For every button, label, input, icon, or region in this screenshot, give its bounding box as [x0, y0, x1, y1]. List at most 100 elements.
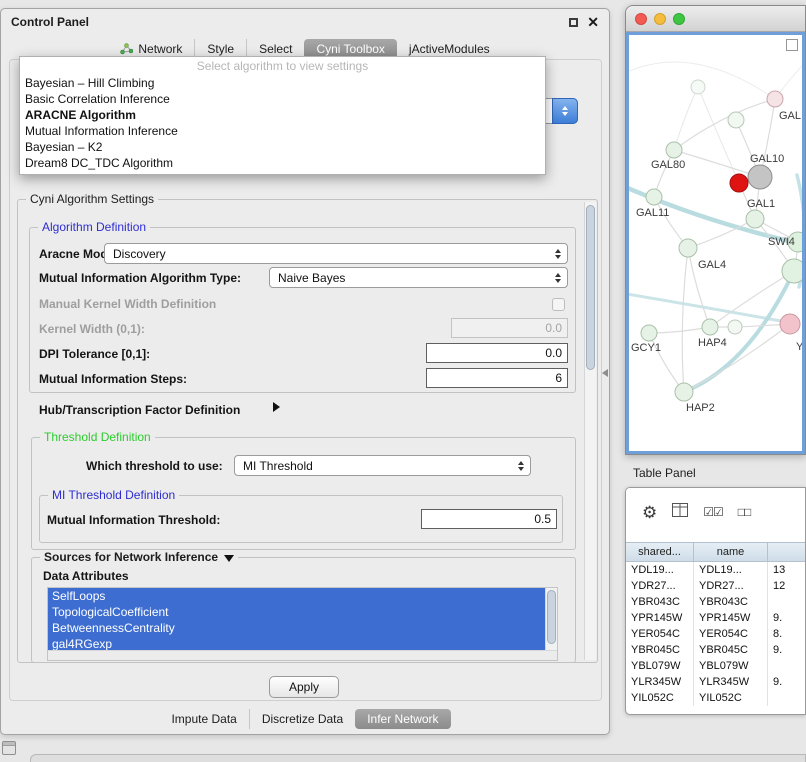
data-attributes-label: Data Attributes [43, 569, 129, 583]
table-cell: 12 [768, 578, 805, 594]
attribute-list-item[interactable]: SelfLoops [48, 588, 545, 604]
table-cell: 9. [768, 674, 805, 690]
network-node[interactable] [730, 174, 748, 192]
attribute-list-item[interactable]: TopologicalCoefficient [48, 604, 545, 620]
algorithm-popup-prompt: Select algorithm to view settings [20, 58, 545, 75]
algorithm-option[interactable]: ARACNE Algorithm [20, 107, 545, 123]
network-node[interactable] [728, 112, 744, 128]
network-node-label: HAP4 [698, 337, 727, 349]
algorithm-option[interactable]: Dream8 DC_TDC Algorithm [20, 155, 545, 171]
select-all-columns-icon[interactable]: ☑☑ [703, 505, 723, 519]
list-scrollbar-thumb[interactable] [547, 590, 556, 644]
zoom-traffic-light-icon[interactable] [673, 13, 685, 25]
table-row[interactable]: YBR045CYBR045C9. [626, 642, 805, 658]
table-column-header[interactable] [768, 542, 806, 562]
network-node[interactable] [782, 259, 804, 283]
table-column-header[interactable]: shared... [626, 542, 694, 562]
close-window-icon[interactable]: ✕ [587, 15, 599, 29]
mi-threshold-label: Mutual Information Threshold: [47, 513, 220, 527]
network-node-label: Y [796, 341, 804, 353]
network-edge[interactable] [674, 150, 760, 177]
columns-icon[interactable] [672, 503, 688, 522]
mi-threshold-field[interactable] [421, 509, 557, 529]
birdseye-view-icon[interactable] [786, 39, 798, 51]
settings-scrollbar[interactable] [584, 202, 596, 660]
aracne-mode-value: Discovery [113, 247, 166, 261]
table-column-header[interactable]: name [694, 542, 768, 562]
network-node[interactable] [767, 91, 783, 107]
mi-type-select[interactable]: Naive Bayes [269, 267, 568, 288]
bottom-tab-discretize-data[interactable]: Discretize Data [249, 709, 355, 729]
kernel-width-field[interactable] [451, 318, 568, 338]
expander-expanded-icon[interactable] [224, 555, 234, 562]
float-window-icon[interactable] [569, 18, 578, 27]
apply-button[interactable]: Apply [269, 676, 339, 698]
network-canvas-container[interactable]: GALGAL80GAL10GAL11GAL1SWI4GAL4GCY1HAP4YH… [626, 32, 805, 454]
bottom-tab-infer-network[interactable]: Infer Network [355, 709, 450, 729]
hub-definition-expander-label[interactable]: Hub/Transcription Factor Definition [39, 403, 240, 417]
algorithm-option[interactable]: Basic Correlation Inference [20, 91, 545, 107]
minimize-traffic-light-icon[interactable] [654, 13, 666, 25]
which-threshold-select[interactable]: MI Threshold [234, 455, 531, 476]
gear-icon[interactable]: ⚙ [642, 504, 657, 521]
table-cell: 9. [768, 610, 805, 626]
network-canvas[interactable]: GALGAL80GAL10GAL11GAL1SWI4GAL4GCY1HAP4YH… [629, 35, 804, 453]
network-edge[interactable] [649, 327, 710, 333]
table-row[interactable]: YDL19...YDL19...13 [626, 562, 805, 578]
network-edge[interactable] [629, 293, 781, 321]
combo-arrow-button-icon[interactable] [552, 98, 578, 124]
network-node-label: GAL80 [651, 159, 685, 171]
manual-kernel-checkbox[interactable] [552, 298, 565, 311]
algorithm-option[interactable]: Bayesian – Hill Climbing [20, 75, 545, 91]
table-row[interactable]: YLR345WYLR345W9. [626, 674, 805, 690]
network-node[interactable] [748, 165, 772, 189]
network-edge[interactable] [629, 62, 775, 99]
network-node[interactable] [728, 320, 742, 334]
minimized-panel-icon[interactable] [2, 741, 16, 755]
settings-scrollbar-thumb[interactable] [586, 205, 595, 370]
algorithm-option[interactable]: Mutual Information Inference [20, 123, 545, 139]
network-edge[interactable] [674, 87, 698, 150]
network-node[interactable] [675, 383, 693, 401]
table-cell: YPR145W [626, 610, 694, 626]
network-node[interactable] [691, 80, 705, 94]
table-cell: YDR27... [694, 578, 768, 594]
algorithm-option[interactable]: Bayesian – K2 [20, 139, 545, 155]
network-node[interactable] [666, 142, 682, 158]
network-window-titlebar[interactable] [626, 6, 805, 32]
table-row[interactable]: YDR27...YDR27...12 [626, 578, 805, 594]
network-node[interactable] [780, 314, 800, 334]
sources-group-title[interactable]: Sources for Network Inference [40, 550, 238, 564]
network-node[interactable] [702, 319, 718, 335]
aracne-mode-select[interactable]: Discovery [104, 243, 568, 264]
data-attributes-listbox[interactable]: SelfLoopsTopologicalCoefficientBetweenne… [47, 587, 558, 661]
network-node[interactable] [641, 325, 657, 341]
expander-collapsed-icon[interactable] [273, 402, 280, 412]
network-node[interactable] [679, 239, 697, 257]
list-vertical-scrollbar[interactable] [545, 588, 557, 650]
table-cell: YER054C [626, 626, 694, 642]
table-row[interactable]: YPR145WYPR145W9. [626, 610, 805, 626]
dpi-tolerance-label: DPI Tolerance [0,1]: [39, 347, 150, 361]
list-horizontal-scrollbar[interactable] [48, 650, 557, 660]
attribute-list-item[interactable]: BetweennessCentrality [48, 620, 545, 636]
table-row[interactable]: YER054CYER054C8. [626, 626, 805, 642]
table-toolbar: ⚙ ☑☑ □□ [626, 488, 805, 536]
network-edge[interactable] [682, 248, 688, 392]
table-cell: YBR045C [626, 642, 694, 658]
table-row[interactable]: YBR043CYBR043C [626, 594, 805, 610]
table-cell: YIL052C [694, 690, 768, 706]
table-row[interactable]: YIL052CYIL052C [626, 690, 805, 706]
dpi-tolerance-field[interactable] [426, 343, 568, 363]
table-row[interactable]: YBL079WYBL079W [626, 658, 805, 674]
bottom-tab-impute-data[interactable]: Impute Data [159, 709, 248, 729]
network-node[interactable] [746, 210, 764, 228]
splitter-collapse-icon[interactable] [602, 369, 608, 377]
table-cell: 13 [768, 562, 805, 578]
threshold-definition-title: Threshold Definition [40, 430, 155, 444]
close-traffic-light-icon[interactable] [635, 13, 647, 25]
clear-all-columns-icon[interactable]: □□ [738, 505, 751, 519]
control-panel-titlebar[interactable]: Control Panel ✕ [1, 9, 609, 35]
mi-steps-field[interactable] [426, 368, 568, 388]
network-node[interactable] [646, 189, 662, 205]
